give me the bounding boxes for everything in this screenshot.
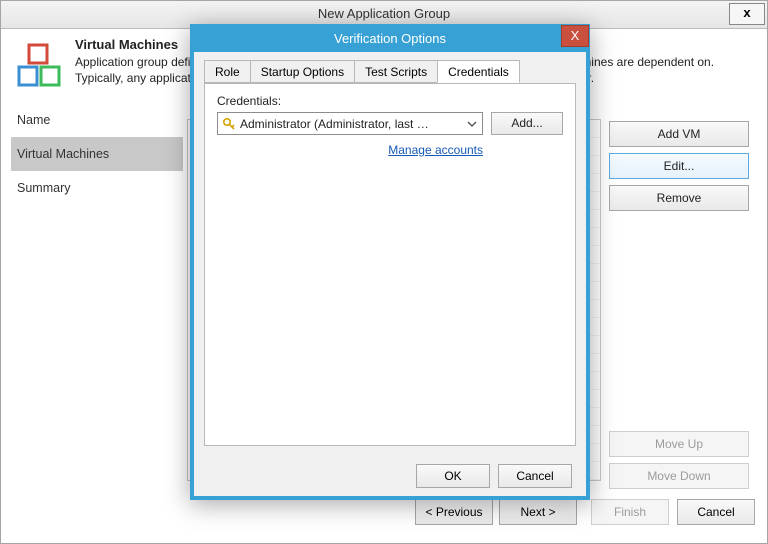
modal-titlebar[interactable]: Verification Options X xyxy=(194,28,586,52)
modal-title: Verification Options xyxy=(194,31,586,46)
side-button-group: Add VM Edit... Remove xyxy=(609,121,757,217)
modal-body: Role Startup Options Test Scripts Creden… xyxy=(194,52,586,456)
nav-item-name[interactable]: Name xyxy=(11,103,183,137)
key-icon xyxy=(222,117,236,131)
tab-startup-options[interactable]: Startup Options xyxy=(250,60,355,83)
previous-button[interactable]: < Previous xyxy=(415,499,493,525)
wizard-cancel-button[interactable]: Cancel xyxy=(677,499,755,525)
move-down-button: Move Down xyxy=(609,463,749,489)
verification-options-dialog: Verification Options X Role Startup Opti… xyxy=(190,24,590,500)
credentials-dropdown[interactable]: Administrator (Administrator, last edite… xyxy=(217,112,483,135)
tab-panel-credentials: Credentials: Administrator (Administrato… xyxy=(204,83,576,446)
wizard-nav: Name Virtual Machines Summary xyxy=(11,103,183,205)
finish-button: Finish xyxy=(591,499,669,525)
side-button-group-bottom: Move Up Move Down xyxy=(609,431,757,495)
vm-group-icon xyxy=(15,41,63,89)
next-button[interactable]: Next > xyxy=(499,499,577,525)
modal-cancel-button[interactable]: Cancel xyxy=(498,464,572,488)
edit-button[interactable]: Edit... xyxy=(609,153,749,179)
wizard-button-row: < Previous Next > Finish Cancel xyxy=(1,499,767,531)
tab-credentials[interactable]: Credentials xyxy=(437,60,520,83)
manage-accounts-link[interactable]: Manage accounts xyxy=(217,143,483,157)
credentials-selected-value: Administrator (Administrator, last edite… xyxy=(240,117,435,131)
parent-title: New Application Group xyxy=(1,6,767,21)
add-credentials-button[interactable]: Add... xyxy=(491,112,563,135)
nav-item-summary[interactable]: Summary xyxy=(11,171,183,205)
parent-close-button[interactable]: x xyxy=(729,3,765,25)
tab-role[interactable]: Role xyxy=(204,60,251,83)
modal-ok-button[interactable]: OK xyxy=(416,464,490,488)
header-heading: Virtual Machines xyxy=(75,37,178,52)
modal-close-button[interactable]: X xyxy=(561,25,589,47)
credentials-label: Credentials: xyxy=(217,94,563,108)
move-up-button: Move Up xyxy=(609,431,749,457)
nav-item-virtual-machines[interactable]: Virtual Machines xyxy=(11,137,183,171)
chevron-down-icon xyxy=(466,118,478,130)
tabstrip: Role Startup Options Test Scripts Creden… xyxy=(204,60,576,84)
modal-footer: OK Cancel xyxy=(194,456,586,496)
remove-button[interactable]: Remove xyxy=(609,185,749,211)
add-vm-button[interactable]: Add VM xyxy=(609,121,749,147)
tab-test-scripts[interactable]: Test Scripts xyxy=(354,60,438,83)
